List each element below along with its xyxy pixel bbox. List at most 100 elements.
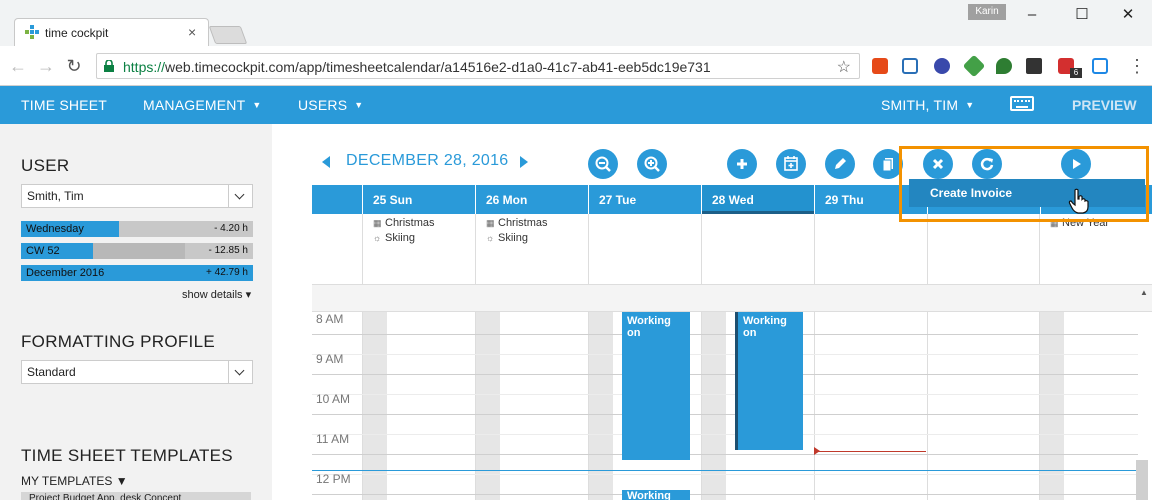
- night-extension-icon[interactable]: [934, 58, 950, 74]
- balance-label: CW 52: [26, 245, 60, 257]
- time-entry-selected[interactable]: Working on: [735, 312, 803, 450]
- plus-icon: [737, 159, 747, 169]
- grid-col-mon[interactable]: [475, 312, 588, 500]
- all-day-fri[interactable]: [927, 214, 1040, 284]
- grid-col-fri[interactable]: [927, 312, 1040, 500]
- keyboard-icon[interactable]: [1010, 96, 1034, 111]
- time-label: 12 PM: [316, 472, 351, 486]
- add-calendar-button[interactable]: [776, 149, 806, 179]
- scroll-up-icon[interactable]: ▲: [1140, 288, 1148, 297]
- forward-button[interactable]: →: [36, 56, 56, 76]
- reload-button[interactable]: ↻: [64, 56, 84, 76]
- app-header: TIME SHEET MANAGEMENT ▼ USERS ▼ SMITH, TIM…: [0, 86, 1152, 124]
- balance-value: + 42.79 h: [206, 267, 248, 278]
- chat-extension-icon[interactable]: [996, 58, 1012, 74]
- zoom-in-icon: [644, 156, 660, 172]
- calendar-icon: ▦: [373, 218, 382, 228]
- my-templates-toggle[interactable]: MY TEMPLATES ▼: [21, 474, 128, 488]
- grid-col-thu[interactable]: [814, 312, 927, 500]
- calendar-add-icon: [784, 156, 798, 171]
- close-window-button[interactable]: ✕: [1108, 4, 1148, 26]
- half-hour-line: [312, 394, 1138, 395]
- lock-icon: [104, 60, 114, 72]
- url-text: https://web.timecockpit.com/app/timeshee…: [123, 59, 711, 75]
- time-label: 8 AM: [316, 312, 344, 326]
- nav-users[interactable]: USERS ▼: [298, 97, 363, 113]
- all-day-wed[interactable]: [701, 214, 814, 284]
- time-entry[interactable]: Working on: [622, 490, 690, 500]
- add-button[interactable]: [727, 149, 757, 179]
- preview-link[interactable]: PREVIEW: [1072, 97, 1137, 113]
- grid-col-sun[interactable]: [362, 312, 475, 500]
- zoom-out-icon: [595, 156, 611, 172]
- all-day-sun[interactable]: ▦ Christmas ☼ Skiing: [362, 214, 475, 284]
- day-header-wed[interactable]: 28 Wed: [701, 185, 814, 214]
- time-label: 9 AM: [316, 352, 344, 366]
- day-header-tue[interactable]: 27 Tue: [588, 185, 701, 214]
- user-menu[interactable]: SMITH, TIM ▼: [881, 97, 974, 113]
- hour-line: [312, 494, 1138, 495]
- office-extension-icon[interactable]: [872, 58, 888, 74]
- edit-button[interactable]: [825, 149, 855, 179]
- bookmark-star-icon[interactable]: ☆: [837, 57, 851, 77]
- all-day-mon[interactable]: ▦ Christmas ☼ Skiing: [475, 214, 588, 284]
- title-bar: time cockpit × Karin – ☐ ✕: [0, 0, 1152, 46]
- address-bar[interactable]: https://web.timecockpit.com/app/timeshee…: [96, 53, 860, 79]
- minimize-button[interactable]: –: [1012, 4, 1052, 26]
- all-day-event[interactable]: ☼ Skiing: [373, 232, 415, 244]
- chevron-down-icon[interactable]: [228, 361, 252, 383]
- all-day-sat[interactable]: ▦ New Year: [1039, 214, 1152, 284]
- hour-line: [312, 454, 1138, 455]
- back-button[interactable]: ←: [8, 56, 28, 76]
- day-header-mon[interactable]: 26 Mon: [475, 185, 588, 214]
- nav-management[interactable]: MANAGEMENT ▼: [143, 97, 261, 113]
- all-day-event[interactable]: ▦ Christmas: [373, 217, 435, 229]
- all-day-tue[interactable]: [588, 214, 701, 284]
- formatting-profile-select[interactable]: Standard: [21, 360, 253, 384]
- previous-day-icon[interactable]: [322, 156, 330, 168]
- current-time-line: [312, 470, 1138, 471]
- browser-tab[interactable]: time cockpit ×: [14, 18, 209, 46]
- extension-badge: 6: [1070, 68, 1082, 78]
- hand-cursor-icon: [1068, 188, 1089, 214]
- feedly-extension-icon[interactable]: [962, 54, 986, 78]
- zoom-in-button[interactable]: [637, 149, 667, 179]
- balance-bar-wednesday: Wednesday - 4.20 h: [21, 221, 253, 237]
- day-header-sun[interactable]: 25 Sun: [362, 185, 475, 214]
- balance-label: Wednesday: [26, 223, 84, 235]
- all-day-event[interactable]: ▦ Christmas: [486, 217, 548, 229]
- profile-badge[interactable]: Karin: [968, 4, 1006, 20]
- all-day-thu[interactable]: [814, 214, 927, 284]
- new-tab-button[interactable]: [208, 26, 248, 44]
- show-details-link[interactable]: show details ▾: [182, 288, 251, 301]
- screenshot-extension-icon[interactable]: [1092, 58, 1108, 74]
- time-entry[interactable]: Working on: [622, 312, 690, 460]
- template-item[interactable]: Project Budget App. desk Concept: [21, 492, 251, 500]
- current-date: DECEMBER 28, 2016: [346, 152, 509, 169]
- zoom-out-button[interactable]: [588, 149, 618, 179]
- chevron-down-icon[interactable]: [228, 185, 252, 207]
- maximize-button[interactable]: ☐: [1062, 4, 1102, 26]
- hour-line: [312, 414, 1138, 415]
- pocket-extension-icon[interactable]: [1026, 58, 1042, 74]
- half-hour-line: [312, 354, 1138, 355]
- tab-close-icon[interactable]: ×: [188, 24, 196, 40]
- all-day-event[interactable]: ☼ Skiing: [486, 232, 528, 244]
- browser-window: time cockpit × Karin – ☐ ✕ ← → ↻ https:/…: [0, 0, 1152, 500]
- reader-extension-icon[interactable]: [902, 58, 918, 74]
- user-heading: USER: [21, 156, 70, 175]
- chevron-down-icon: ▼: [354, 100, 364, 110]
- user-select[interactable]: Smith, Tim: [21, 184, 253, 208]
- half-hour-line: [312, 474, 1138, 475]
- time-label: 10 AM: [316, 392, 351, 406]
- vertical-scrollbar[interactable]: [1136, 460, 1148, 500]
- annotation-highlight: [899, 146, 1149, 222]
- all-day-area: ▦ Christmas ☼ Skiing ▦ Christmas ☼ Skiing ▦ N…: [312, 214, 1152, 284]
- sun-icon: ☼: [486, 233, 495, 243]
- browser-menu-icon[interactable]: ⋮: [1128, 56, 1146, 77]
- nav-time-sheet[interactable]: TIME SHEET: [21, 97, 107, 113]
- time-marker-line: [816, 451, 926, 452]
- next-day-icon[interactable]: [520, 156, 528, 168]
- time-cockpit-favicon-icon: [25, 25, 39, 39]
- balance-bar-week: CW 52 - 12.85 h: [21, 243, 253, 259]
